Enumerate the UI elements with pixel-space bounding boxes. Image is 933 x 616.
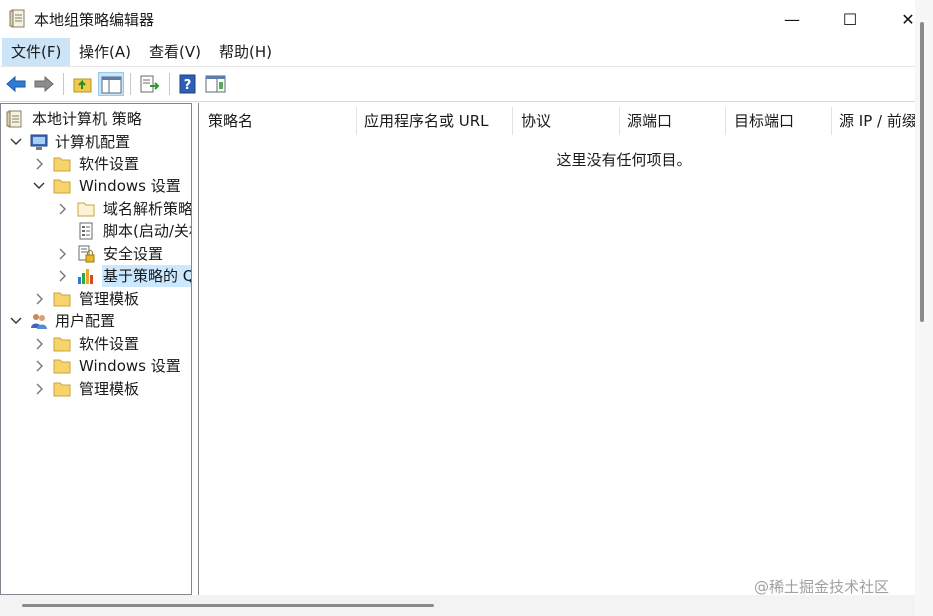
menu-file[interactable]: 文件(F) (2, 38, 71, 66)
users-icon (30, 312, 48, 330)
policy-scroll-icon (6, 110, 24, 128)
properties-icon (205, 75, 226, 93)
tree-item-label: 域名解析策略 (103, 200, 192, 218)
tree-item-label: Windows 设置 (79, 177, 181, 195)
help-button[interactable]: ? (175, 72, 201, 96)
export-list-button[interactable] (137, 72, 163, 96)
column-separator[interactable] (619, 107, 620, 135)
tree-item-label: Windows 设置 (79, 357, 181, 375)
column-header-app-url[interactable]: 应用程序名或 URL (364, 103, 509, 139)
forward-button[interactable] (31, 72, 57, 96)
menu-help[interactable]: 帮助(H) (210, 38, 281, 66)
menu-view[interactable]: 查看(V) (140, 38, 210, 66)
horizontal-scrollbar-thumb[interactable] (22, 604, 434, 607)
maximize-button[interactable]: ☐ (838, 8, 862, 32)
tree-item-label: 用户配置 (55, 312, 116, 330)
chevron-right-icon[interactable] (32, 288, 46, 310)
chevron-down-icon[interactable] (9, 310, 23, 332)
svg-text:?: ? (184, 78, 192, 93)
computer-icon (30, 133, 48, 151)
column-header-dest-port[interactable]: 目标端口 (734, 103, 829, 139)
tree-item-label: 软件设置 (79, 155, 140, 173)
tree-item-label: 管理模板 (79, 380, 140, 398)
menu-bar: 文件(F) 操作(A) 查看(V) 帮助(H) (0, 38, 915, 67)
back-icon (6, 75, 26, 93)
up-one-level-button[interactable] (70, 72, 96, 96)
horizontal-scrollbar[interactable] (0, 595, 915, 616)
tree-item-label: 计算机配置 (55, 133, 131, 151)
chevron-right-icon[interactable] (32, 153, 46, 175)
vertical-scrollbar[interactable] (915, 0, 933, 616)
watermark: @稀土掘金技术社区 (754, 578, 890, 596)
folder-icon (53, 290, 71, 308)
tree-item-label: 本地计算机 策略 (32, 110, 142, 128)
column-separator[interactable] (356, 107, 357, 135)
chevron-down-icon[interactable] (32, 175, 46, 197)
column-separator[interactable] (831, 107, 832, 135)
vertical-scrollbar-thumb[interactable] (920, 22, 924, 322)
column-header-source-port[interactable]: 源端口 (627, 103, 722, 139)
column-separator[interactable] (725, 107, 726, 135)
tree-item-label: 软件设置 (79, 335, 140, 353)
export-list-icon (140, 75, 160, 93)
back-button[interactable] (3, 72, 29, 96)
details-list[interactable]: 策略名 应用程序名或 URL 协议 源端口 目标端口 源 IP / 前缀 这里没… (198, 103, 915, 595)
column-separator[interactable] (512, 107, 513, 135)
window-title: 本地组策略编辑器 (34, 11, 155, 29)
chevron-right-icon[interactable] (32, 333, 46, 355)
folder-icon (53, 177, 71, 195)
column-header-policy-name[interactable]: 策略名 (208, 103, 353, 139)
tree-item-label: 基于策略的 QoS (102, 265, 191, 287)
script-icon (77, 222, 95, 240)
chevron-right-icon[interactable] (55, 198, 69, 220)
show-hide-tree-icon (101, 76, 122, 94)
tree-item-label: 安全设置 (103, 245, 164, 263)
folder-icon (53, 357, 71, 375)
column-header-source-ip[interactable]: 源 IP / 前缀 (839, 103, 915, 139)
empty-list-message: 这里没有任何项目。 (556, 151, 692, 169)
folder-icon (53, 335, 71, 353)
chevron-right-icon[interactable] (55, 265, 69, 287)
menu-action[interactable]: 操作(A) (70, 38, 140, 66)
folder-icon (53, 155, 71, 173)
show-hide-tree-button[interactable] (98, 72, 124, 96)
chevron-right-icon[interactable] (55, 243, 69, 265)
toolbar: ? (0, 67, 915, 102)
chevron-right-icon[interactable] (32, 378, 46, 400)
toolbar-separator (130, 73, 131, 95)
title-bar: 本地组策略编辑器 — ☐ ✕ (0, 0, 933, 38)
chevron-right-icon[interactable] (32, 355, 46, 377)
tree-item-label: 脚本(启动/关机) (103, 222, 191, 240)
properties-button[interactable] (203, 72, 229, 96)
folder-outline-icon (77, 200, 95, 218)
chevron-down-icon[interactable] (9, 131, 23, 153)
navigation-tree[interactable]: 本地计算机 策略 计算机配置 软件设置 Windows 设置 域名解析策略 脚本… (0, 103, 192, 595)
minimize-button[interactable]: — (780, 8, 804, 32)
toolbar-separator (169, 73, 170, 95)
tree-item-label: 管理模板 (79, 290, 140, 308)
policy-editor-app-icon (9, 9, 27, 29)
help-icon: ? (179, 74, 196, 94)
up-folder-icon (73, 78, 92, 93)
column-header-protocol[interactable]: 协议 (521, 103, 616, 139)
qos-chart-icon (77, 267, 95, 285)
folder-icon (53, 380, 71, 398)
forward-icon (34, 75, 54, 93)
toolbar-separator (63, 73, 64, 95)
security-lock-icon (77, 245, 95, 263)
